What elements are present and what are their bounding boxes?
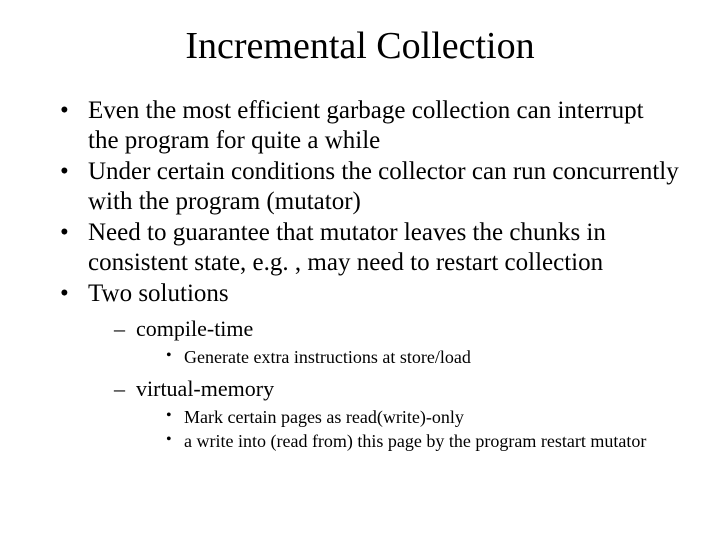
subsub-list: Mark certain pages as read(write)-only a…: [136, 406, 680, 452]
bullet-item: Two solutions compile-time Generate extr…: [60, 279, 680, 452]
subsub-item: Generate extra instructions at store/loa…: [166, 346, 680, 369]
sub-item: virtual-memory Mark certain pages as rea…: [114, 375, 680, 453]
sub-list: compile-time Generate extra instructions…: [88, 315, 680, 453]
bullet-item: Under certain conditions the collector c…: [60, 157, 680, 216]
sub-item: compile-time Generate extra instructions…: [114, 315, 680, 369]
sub-text: virtual-memory: [136, 376, 274, 401]
subsub-item: a write into (read from) this page by th…: [166, 430, 680, 453]
bullet-text: Two solutions: [88, 280, 229, 307]
bullet-item: Need to guarantee that mutator leaves th…: [60, 218, 680, 277]
subsub-item: Mark certain pages as read(write)-only: [166, 406, 680, 429]
slide: Incremental Collection Even the most eff…: [0, 0, 720, 540]
bullet-item: Even the most efficient garbage collecti…: [60, 96, 680, 155]
subsub-list: Generate extra instructions at store/loa…: [136, 346, 680, 369]
slide-title: Incremental Collection: [40, 24, 680, 68]
bullet-list: Even the most efficient garbage collecti…: [40, 96, 680, 452]
sub-text: compile-time: [136, 316, 253, 341]
